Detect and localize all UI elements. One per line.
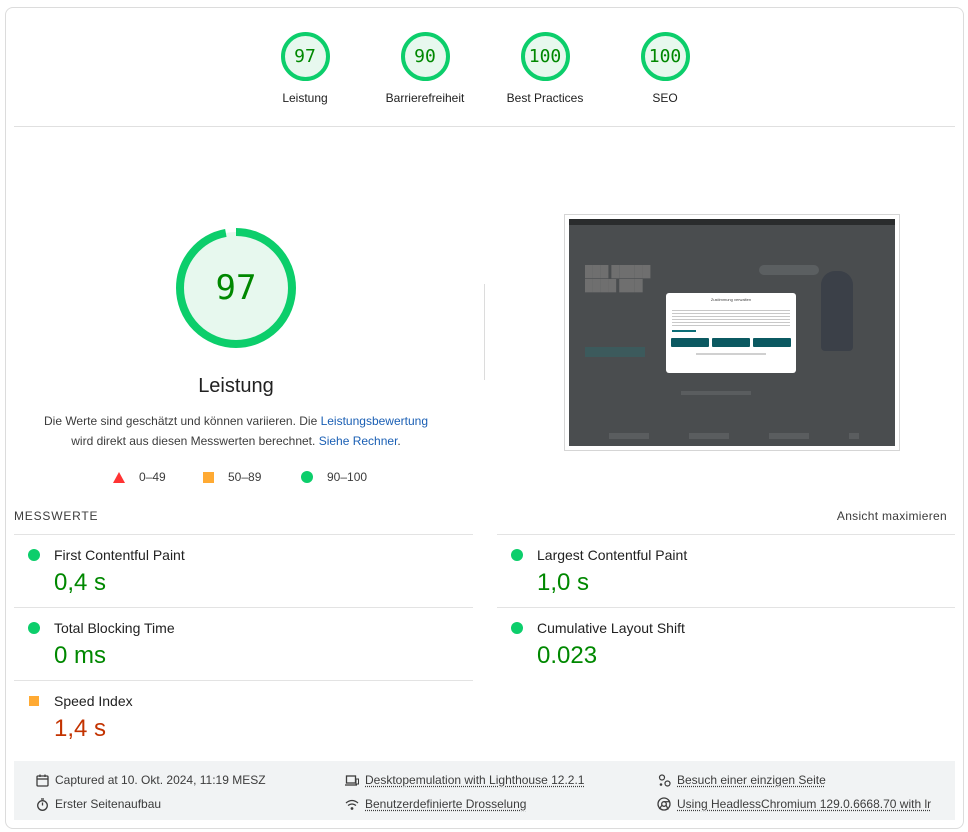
metric-tbt: Total Blocking Time 0 ms bbox=[14, 607, 454, 679]
gauge-best-practices[interactable]: 100 Best Practices bbox=[480, 32, 610, 105]
metric-label: First Contentful Paint bbox=[54, 547, 185, 563]
metric-label: Total Blocking Time bbox=[54, 620, 175, 636]
fail-triangle-icon bbox=[113, 471, 125, 483]
pass-circle-icon bbox=[28, 549, 40, 561]
gauge-ring: 100 bbox=[520, 32, 570, 81]
consent-dialog-buttons bbox=[671, 338, 791, 347]
load-type-text: Erster Seitenaufbau bbox=[55, 797, 162, 811]
average-square-icon bbox=[29, 696, 39, 706]
performance-score: 97 bbox=[215, 268, 257, 308]
metric-lcp: Largest Contentful Paint 1,0 s bbox=[497, 534, 937, 606]
screenshot-topbar bbox=[569, 219, 895, 225]
metric-value: 0.023 bbox=[537, 642, 598, 669]
chrome-icon bbox=[657, 797, 671, 811]
emulation-setting[interactable]: Desktopemulation with Lighthouse 12.2.1 bbox=[345, 773, 584, 787]
screenshot-cta bbox=[585, 347, 645, 357]
legend-fail: 0–49 bbox=[113, 470, 166, 484]
consent-dialog: Zustimmung verwalten bbox=[666, 293, 796, 373]
performance-description: Die Werte sind geschätzt und können vari… bbox=[36, 411, 436, 451]
legend-range: 0–49 bbox=[139, 470, 166, 484]
gauge-ring: 100 bbox=[640, 32, 690, 81]
calendar-icon bbox=[35, 773, 49, 787]
gauge-score: 100 bbox=[528, 46, 562, 67]
gauge-seo[interactable]: 100 SEO bbox=[600, 32, 730, 105]
desktop-icon bbox=[345, 773, 359, 787]
metric-speed-index: Speed Index 1,4 s bbox=[14, 680, 454, 752]
screenshot-search bbox=[759, 265, 819, 275]
gauge-label: Leistung bbox=[282, 91, 328, 105]
session-setting[interactable]: Besuch einer einzigen Seite bbox=[657, 773, 826, 787]
gauge-label: Barrierefreiheit bbox=[385, 91, 465, 105]
expand-view-toggle[interactable]: Ansicht maximieren bbox=[837, 509, 947, 523]
metric-label: Cumulative Layout Shift bbox=[537, 620, 685, 636]
vertical-divider bbox=[484, 284, 485, 380]
timer-icon bbox=[35, 797, 49, 811]
metric-value: 1,4 s bbox=[54, 715, 107, 742]
consent-button bbox=[753, 338, 791, 347]
average-square-icon bbox=[203, 471, 214, 483]
consent-button bbox=[671, 338, 709, 347]
browser-text: Using HeadlessChromium 129.0.6668.70 wit… bbox=[677, 797, 932, 811]
section-divider bbox=[14, 126, 955, 127]
metric-cls: Cumulative Layout Shift 0.023 bbox=[497, 607, 937, 679]
gauge-ring: 97 bbox=[280, 32, 330, 81]
screenshot-image: ███ █████ ████ ███ Zustimmung verwalten bbox=[569, 219, 895, 446]
gauge-label: SEO bbox=[652, 91, 678, 105]
consent-dialog-title: Zustimmung verwalten bbox=[710, 297, 752, 302]
final-screenshot[interactable]: ███ █████ ████ ███ Zustimmung verwalten bbox=[564, 214, 900, 451]
gauge-accessibility[interactable]: 90 Barrierefreiheit bbox=[360, 32, 490, 105]
gauge-performance[interactable]: 97 Leistung bbox=[240, 32, 370, 105]
screenshot-features bbox=[609, 433, 859, 439]
consent-button bbox=[712, 338, 750, 347]
pass-circle-icon bbox=[511, 622, 523, 634]
throttling-setting[interactable]: Benutzerdefinierte Drosselung bbox=[345, 797, 526, 811]
session-text: Besuch einer einzigen Seite bbox=[677, 773, 826, 787]
legend-average: 50–89 bbox=[203, 470, 261, 484]
legend-pass: 90–100 bbox=[301, 470, 367, 484]
description-text: Die Werte sind geschätzt und können vari… bbox=[43, 414, 321, 428]
runtime-settings: Captured at 10. Okt. 2024, 11:19 MESZ Er… bbox=[14, 761, 955, 820]
consent-dialog-footer bbox=[696, 353, 766, 355]
performance-gauge: 97 bbox=[176, 228, 296, 348]
pass-circle-icon bbox=[301, 471, 313, 483]
metric-value: 0 ms bbox=[54, 642, 107, 669]
gauge-label: Best Practices bbox=[506, 91, 584, 105]
metrics-heading: Messwerte bbox=[14, 509, 99, 523]
metric-value: 1,0 s bbox=[537, 569, 590, 596]
metric-value: 0,4 s bbox=[54, 569, 107, 596]
metric-label: Largest Contentful Paint bbox=[537, 547, 688, 563]
legend-range: 50–89 bbox=[228, 470, 262, 484]
throttling-text: Benutzerdefinierte Drosselung bbox=[365, 797, 527, 811]
category-gauges: 97 Leistung 90 Barrierefreiheit 100 Best… bbox=[0, 0, 968, 120]
calculator-link[interactable]: Siehe Rechner bbox=[319, 434, 398, 448]
description-text: wird direkt aus diesen Messwerten berech… bbox=[71, 434, 319, 448]
screenshot-headline: ███ █████ ████ ███ bbox=[585, 266, 651, 292]
pass-circle-icon bbox=[511, 549, 523, 561]
wifi-icon bbox=[345, 797, 359, 811]
gauge-score: 100 bbox=[648, 46, 682, 67]
metric-label: Speed Index bbox=[54, 693, 133, 709]
emulation-text: Desktopemulation with Lighthouse 12.2.1 bbox=[365, 773, 585, 787]
browser-setting[interactable]: Using HeadlessChromium 129.0.6668.70 wit… bbox=[657, 797, 931, 811]
pass-circle-icon bbox=[28, 622, 40, 634]
scoring-link[interactable]: Leistungsbewertung bbox=[321, 414, 428, 428]
metric-fcp: First Contentful Paint 0,4 s bbox=[14, 534, 454, 606]
gauge-score: 97 bbox=[294, 46, 316, 67]
legend-range: 90–100 bbox=[327, 470, 368, 484]
single-visit-icon bbox=[657, 773, 671, 787]
captured-time: Captured at 10. Okt. 2024, 11:19 MESZ bbox=[35, 773, 266, 787]
screenshot-person bbox=[821, 271, 853, 351]
load-type: Erster Seitenaufbau bbox=[35, 797, 161, 811]
captured-text: Captured at 10. Okt. 2024, 11:19 MESZ bbox=[55, 773, 266, 787]
screenshot-subtext bbox=[681, 391, 751, 395]
consent-dialog-link bbox=[672, 330, 696, 332]
gauge-score: 90 bbox=[414, 46, 436, 67]
consent-dialog-text bbox=[672, 308, 790, 326]
gauge-ring: 90 bbox=[400, 32, 450, 81]
performance-title: Leistung bbox=[198, 375, 274, 397]
description-text: . bbox=[397, 434, 401, 448]
